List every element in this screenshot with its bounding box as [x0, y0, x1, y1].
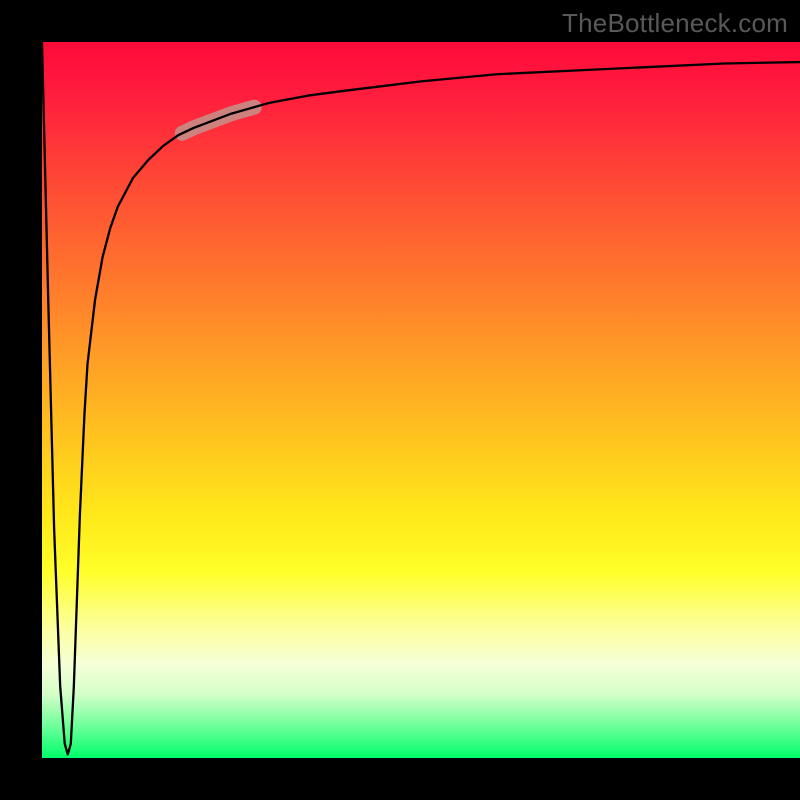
- watermark-text: TheBottleneck.com: [562, 8, 788, 39]
- bottleneck-curve: [42, 42, 800, 754]
- chart-frame: TheBottleneck.com: [0, 0, 800, 800]
- plot-area: [42, 42, 800, 758]
- chart-svg: [42, 42, 800, 758]
